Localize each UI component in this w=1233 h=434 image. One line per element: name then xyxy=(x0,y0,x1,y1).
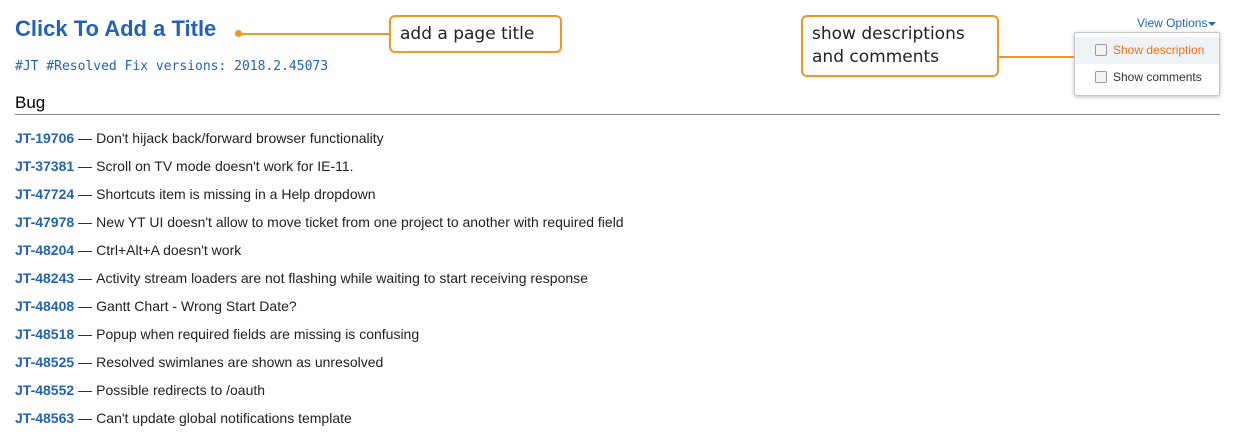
issue-id-link[interactable]: JT-48204 xyxy=(15,242,74,258)
issue-id-link[interactable]: JT-48243 xyxy=(15,270,74,286)
title-callout: add a page title xyxy=(389,15,562,53)
issue-summary: Can't update global notifications templa… xyxy=(96,410,352,426)
issue-id-link[interactable]: JT-48525 xyxy=(15,354,74,370)
view-options-toggle[interactable]: View Options xyxy=(1137,15,1217,31)
options-callout: show descriptions and comments xyxy=(801,15,999,77)
issue-row: JT-48408— Gantt Chart - Wrong Start Date? xyxy=(15,292,624,320)
caret-down-icon xyxy=(1208,21,1217,26)
options-callout-connector xyxy=(998,56,1080,58)
options-callout-line1: show descriptions xyxy=(812,24,965,44)
section-heading-bug: Bug xyxy=(15,93,1220,115)
issue-id-link[interactable]: JT-48552 xyxy=(15,382,74,398)
issue-row: JT-48243— Activity stream loaders are not… xyxy=(15,264,624,292)
issue-id-link[interactable]: JT-47724 xyxy=(15,186,74,202)
title-callout-connector xyxy=(239,33,390,35)
issue-summary: Ctrl+Alt+A doesn't work xyxy=(96,242,242,258)
issue-row: JT-48518— Popup when required fields are … xyxy=(15,320,624,348)
dash-separator: — xyxy=(78,130,93,146)
page-title[interactable]: Click To Add a Title xyxy=(15,14,216,44)
dash-separator: — xyxy=(78,326,93,342)
dash-separator: — xyxy=(78,242,93,258)
view-options-menu: Show description Show comments xyxy=(1074,32,1220,96)
issue-row: JT-47978— New YT UI doesn't allow to move… xyxy=(15,208,624,236)
menu-item-show-description[interactable]: Show description xyxy=(1075,37,1219,64)
dash-separator: — xyxy=(78,214,93,230)
query-text: #JT #Resolved Fix versions: 2018.2.45073 xyxy=(15,59,329,74)
issue-summary: Gantt Chart - Wrong Start Date? xyxy=(96,298,297,314)
menu-item-label: Show comments xyxy=(1113,70,1202,84)
dash-separator: — xyxy=(78,354,93,370)
issue-row: JT-48525— Resolved swimlanes are shown as… xyxy=(15,348,624,376)
issue-summary: New YT UI doesn't allow to move ticket f… xyxy=(96,214,624,230)
show-description-checkbox[interactable] xyxy=(1095,43,1107,56)
issue-id-link[interactable]: JT-48408 xyxy=(15,298,74,314)
issue-list: JT-19706— Don't hijack back/forward brows… xyxy=(15,124,624,432)
issue-summary: Don't hijack back/forward browser functi… xyxy=(96,130,384,146)
issue-row: JT-37381— Scroll on TV mode doesn't work … xyxy=(15,152,624,180)
issue-id-link[interactable]: JT-48563 xyxy=(15,410,74,426)
title-callout-text: add a page title xyxy=(400,24,535,44)
issue-id-link[interactable]: JT-48518 xyxy=(15,326,74,342)
issue-id-link[interactable]: JT-19706 xyxy=(15,130,74,146)
issue-row: JT-48552— Possible redirects to /oauth xyxy=(15,376,624,404)
issue-summary: Shortcuts item is missing in a Help drop… xyxy=(96,186,376,202)
issue-summary: Activity stream loaders are not flashing… xyxy=(96,270,588,286)
show-comments-checkbox[interactable] xyxy=(1095,70,1107,83)
dash-separator: — xyxy=(78,382,93,398)
dash-separator: — xyxy=(78,158,93,174)
dash-separator: — xyxy=(78,298,93,314)
issue-id-link[interactable]: JT-37381 xyxy=(15,158,74,174)
issue-row: JT-48563— Can't update global notificatio… xyxy=(15,404,624,432)
dash-separator: — xyxy=(78,186,93,202)
issue-id-link[interactable]: JT-47978 xyxy=(15,214,74,230)
issue-summary: Resolved swimlanes are shown as unresolv… xyxy=(96,354,384,370)
dash-separator: — xyxy=(78,410,93,426)
dash-separator: — xyxy=(78,270,93,286)
issue-row: JT-47724— Shortcuts item is missing in a … xyxy=(15,180,624,208)
options-callout-line2: and comments xyxy=(812,47,940,67)
issue-row: JT-48204— Ctrl+Alt+A doesn't work xyxy=(15,236,624,264)
issue-summary: Popup when required fields are missing i… xyxy=(96,326,420,342)
issue-summary: Possible redirects to /oauth xyxy=(96,382,266,398)
view-options-label: View Options xyxy=(1137,16,1208,30)
menu-item-label: Show description xyxy=(1113,43,1205,57)
issue-summary: Scroll on TV mode doesn't work for IE-11… xyxy=(96,158,354,174)
menu-item-show-comments[interactable]: Show comments xyxy=(1075,64,1219,91)
issue-row: JT-19706— Don't hijack back/forward brows… xyxy=(15,124,624,152)
